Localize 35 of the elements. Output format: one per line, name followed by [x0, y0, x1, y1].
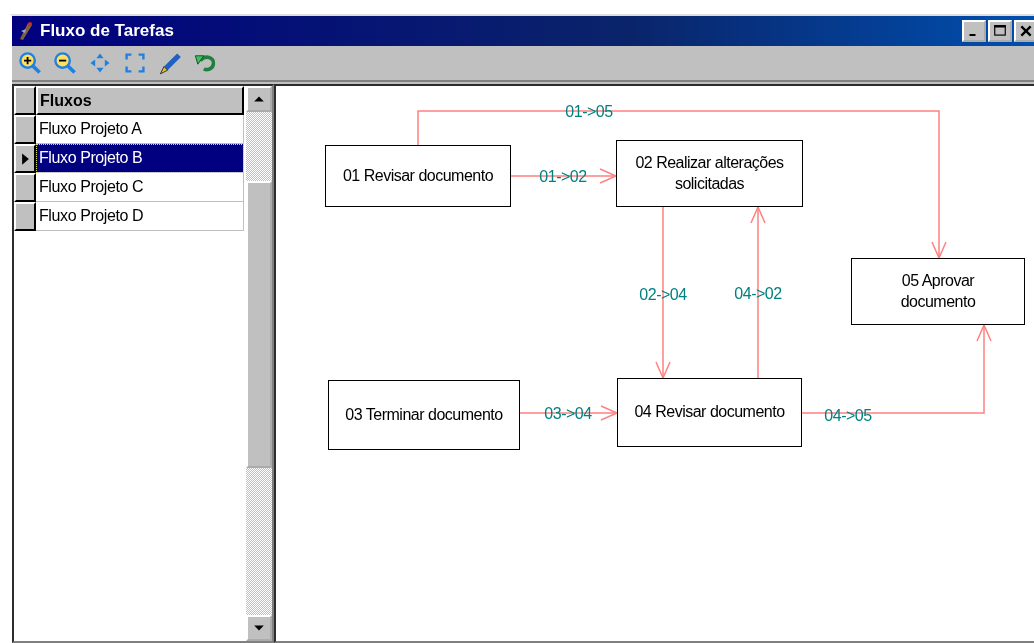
scroll-up-button[interactable] [246, 86, 272, 112]
minimize-button[interactable] [962, 20, 986, 42]
column-header[interactable]: Fluxos [36, 86, 244, 115]
scroll-thumb[interactable] [246, 181, 272, 468]
task-node[interactable]: 05 Aprovar documento [851, 258, 1025, 325]
zoom-in-icon[interactable] [18, 51, 42, 75]
list-item[interactable]: Fluxo Projeto B [36, 144, 244, 173]
zoom-out-icon[interactable] [53, 51, 77, 75]
list-item[interactable]: Fluxo Projeto C [36, 173, 244, 202]
close-button[interactable] [1014, 20, 1034, 42]
maximize-icon [993, 25, 1007, 37]
list-item[interactable]: Fluxo Projeto D [36, 202, 244, 231]
connector-label: 03->04 [544, 405, 592, 422]
connector-label: 02->04 [639, 286, 687, 303]
close-icon [1019, 25, 1033, 37]
task-node[interactable]: 01 Revisar documento [325, 145, 511, 207]
minimize-icon [969, 34, 976, 36]
row-indicator[interactable] [14, 173, 36, 202]
scroll-down-button[interactable] [246, 615, 272, 641]
pen-icon[interactable] [158, 51, 182, 75]
task-node[interactable]: 02 Realizar alterações solicitadas [616, 140, 803, 207]
connector-label: 04->02 [734, 285, 782, 302]
row-pointer-icon[interactable] [14, 144, 36, 173]
connector-label: 04->05 [824, 407, 872, 424]
task-node[interactable]: 04 Revisar documento [617, 378, 802, 447]
row-indicator[interactable] [14, 202, 36, 231]
connector-label: 01->05 [565, 103, 613, 120]
maximize-button[interactable] [988, 20, 1012, 42]
task-node[interactable]: 03 Terminar documento [328, 380, 520, 450]
row-indicator[interactable] [14, 115, 36, 144]
up-arrow-icon [253, 95, 265, 103]
connector-label: 01->02 [539, 168, 587, 185]
window-title: Fluxo de Tarefas [40, 21, 175, 41]
down-arrow-icon [253, 624, 265, 632]
scrollbar[interactable] [246, 86, 272, 641]
